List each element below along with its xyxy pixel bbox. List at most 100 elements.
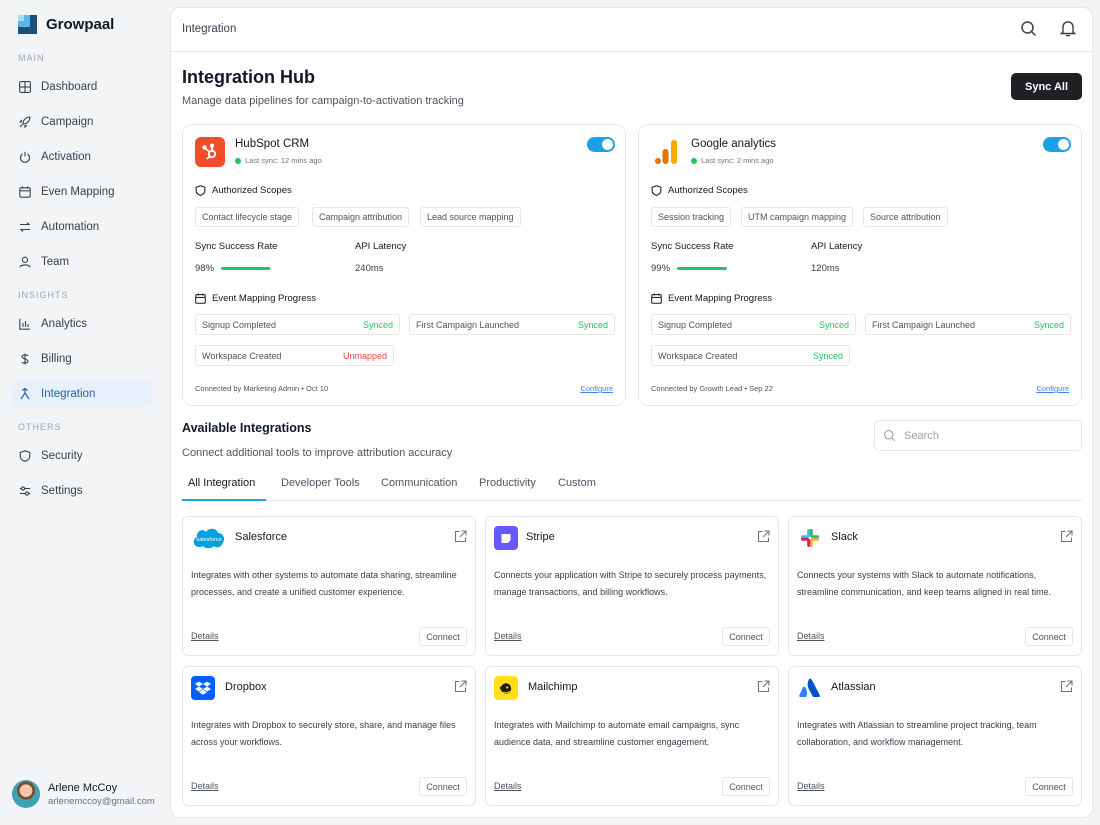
tab-all-integration[interactable]: All Integration: [182, 477, 266, 501]
details-link[interactable]: Details: [494, 631, 522, 641]
scopes-label: Authorized Scopes: [668, 185, 748, 196]
page-title: Integration Hub: [182, 67, 315, 87]
sync-rate-fill: [677, 267, 727, 270]
integration-name: Dropbox: [225, 681, 267, 693]
google-analytics-logo-icon: [651, 137, 681, 167]
sync-rate-bar: [221, 267, 271, 270]
connect-button[interactable]: Connect: [1025, 777, 1073, 796]
sidebar-item-activation[interactable]: Activation: [12, 144, 152, 170]
tab-developer-tools[interactable]: Developer Tools: [281, 477, 360, 501]
last-sync: Last sync: 12 mins ago: [235, 156, 322, 165]
sidebar-item-team[interactable]: Team: [12, 249, 152, 275]
external-link-icon[interactable]: [1060, 530, 1073, 543]
mapping-label: Event Mapping Progress: [668, 293, 773, 304]
details-link[interactable]: Details: [797, 781, 825, 791]
configure-link[interactable]: Configure: [1036, 384, 1069, 393]
dropbox-logo-icon: [191, 676, 215, 700]
external-link-icon[interactable]: [454, 680, 467, 693]
tab-productivity[interactable]: Productivity: [479, 477, 536, 501]
enable-toggle[interactable]: [1043, 137, 1071, 152]
bar-chart-icon: [19, 318, 31, 330]
sidebar-item-even-mapping[interactable]: Even Mapping: [12, 179, 152, 205]
event-status: Synced: [1033, 319, 1064, 330]
event-status: Unmapped: [342, 350, 387, 361]
sync-all-button[interactable]: Sync All: [1011, 73, 1082, 100]
event-name: First Campaign Launched: [872, 319, 976, 330]
last-sync-text: Last sync: 12 mins ago: [245, 156, 322, 165]
sidebar-item-settings[interactable]: Settings: [12, 478, 152, 504]
user-icon: [19, 256, 31, 268]
scope-chip: Lead source mapping: [420, 207, 521, 227]
search-box[interactable]: [874, 420, 1082, 451]
configure-link[interactable]: Configure: [580, 384, 613, 393]
event-row: Signup Completed Synced: [651, 314, 856, 335]
section-label-insights: INSIGHTS: [18, 290, 69, 300]
event-name: Signup Completed: [658, 319, 733, 330]
brand-name: Growpaal: [46, 16, 115, 33]
brand[interactable]: Growpaal: [18, 15, 114, 34]
event-name: Workspace Created: [658, 350, 738, 361]
external-link-icon[interactable]: [757, 680, 770, 693]
details-link[interactable]: Details: [494, 781, 522, 791]
integration-card-dropbox: Dropbox Integrates with Dropbox to secur…: [182, 666, 476, 806]
sidebar-item-security[interactable]: Security: [12, 443, 152, 469]
enable-toggle[interactable]: [587, 137, 615, 152]
connect-button[interactable]: Connect: [722, 777, 770, 796]
sidebar-item-integration[interactable]: Integration: [12, 381, 152, 407]
latency-value: 240ms: [355, 263, 384, 274]
sidebar-item-billing[interactable]: Billing: [12, 346, 152, 372]
tab-communication[interactable]: Communication: [381, 477, 457, 501]
search-input[interactable]: [904, 429, 1074, 442]
sidebar-item-analytics[interactable]: Analytics: [12, 311, 152, 337]
details-link[interactable]: Details: [797, 631, 825, 641]
salesforce-logo-icon: salesforce: [191, 525, 227, 551]
connect-button[interactable]: Connect: [722, 627, 770, 646]
integration-card-atlassian: Atlassian Integrates with Atlassian to s…: [788, 666, 1082, 806]
connected-card-google-analytics: Google analytics Last sync: 2 mins ago A…: [638, 124, 1082, 406]
event-status: Synced: [818, 319, 849, 330]
scope-chip: UTM campaign mapping: [741, 207, 854, 227]
integration-description: Connects your systems with Slack to auto…: [797, 570, 1052, 597]
integration-card-stripe: Stripe Connects your application with St…: [485, 516, 779, 656]
user-profile[interactable]: Arlene McCoy arlenemccoy@gmail.com: [12, 780, 155, 808]
integration-description: Integrates with other systems to automat…: [191, 570, 457, 597]
integration-name: Mailchimp: [528, 681, 578, 693]
search-icon[interactable]: [1020, 20, 1037, 37]
sync-rate-value: 99%: [651, 263, 671, 274]
dashboard-icon: [19, 81, 31, 93]
main-panel: Integration Integration Hub Manage data …: [170, 7, 1093, 818]
details-link[interactable]: Details: [191, 631, 219, 641]
integration-name: Salesforce: [235, 531, 287, 543]
sidebar-item-label: Even Mapping: [41, 186, 115, 198]
rocket-icon: [19, 116, 31, 128]
event-name: Signup Completed: [202, 319, 277, 330]
integration-description: Integrates with Dropbox to securely stor…: [191, 720, 456, 747]
integration-card-mailchimp: Mailchimp Integrates with Mailchimp to a…: [485, 666, 779, 806]
connect-button[interactable]: Connect: [419, 627, 467, 646]
details-link[interactable]: Details: [191, 781, 219, 791]
external-link-icon[interactable]: [757, 530, 770, 543]
integration-card-salesforce: salesforce Salesforce Integrates with ot…: [182, 516, 476, 656]
scopes-heading: Authorized Scopes: [195, 185, 292, 196]
event-status: Synced: [362, 319, 393, 330]
connect-button[interactable]: Connect: [1025, 627, 1073, 646]
integration-icon: [20, 388, 30, 400]
sidebar-item-label: Security: [41, 450, 83, 462]
integration-name: Slack: [831, 531, 858, 543]
sidebar-item-automation[interactable]: Automation: [12, 214, 152, 240]
tab-custom[interactable]: Custom: [558, 477, 596, 501]
event-row: Workspace Created Synced: [651, 345, 850, 366]
scope-chip: Campaign attribution: [312, 207, 410, 227]
integration-name: Atlassian: [831, 681, 876, 693]
event-status: Synced: [812, 350, 843, 361]
connected-by: Connected by Marketing Admin • Oct 10: [195, 384, 329, 393]
external-link-icon[interactable]: [454, 530, 467, 543]
mailchimp-logo-icon: [494, 676, 518, 700]
sidebar-item-campaign[interactable]: Campaign: [12, 109, 152, 135]
page-subtitle: Manage data pipelines for campaign-to-ac…: [182, 95, 464, 107]
sidebar-item-dashboard[interactable]: Dashboard: [12, 74, 152, 100]
bell-icon[interactable]: [1060, 20, 1076, 37]
breadcrumb: Integration: [182, 23, 237, 35]
external-link-icon[interactable]: [1060, 680, 1073, 693]
connect-button[interactable]: Connect: [419, 777, 467, 796]
